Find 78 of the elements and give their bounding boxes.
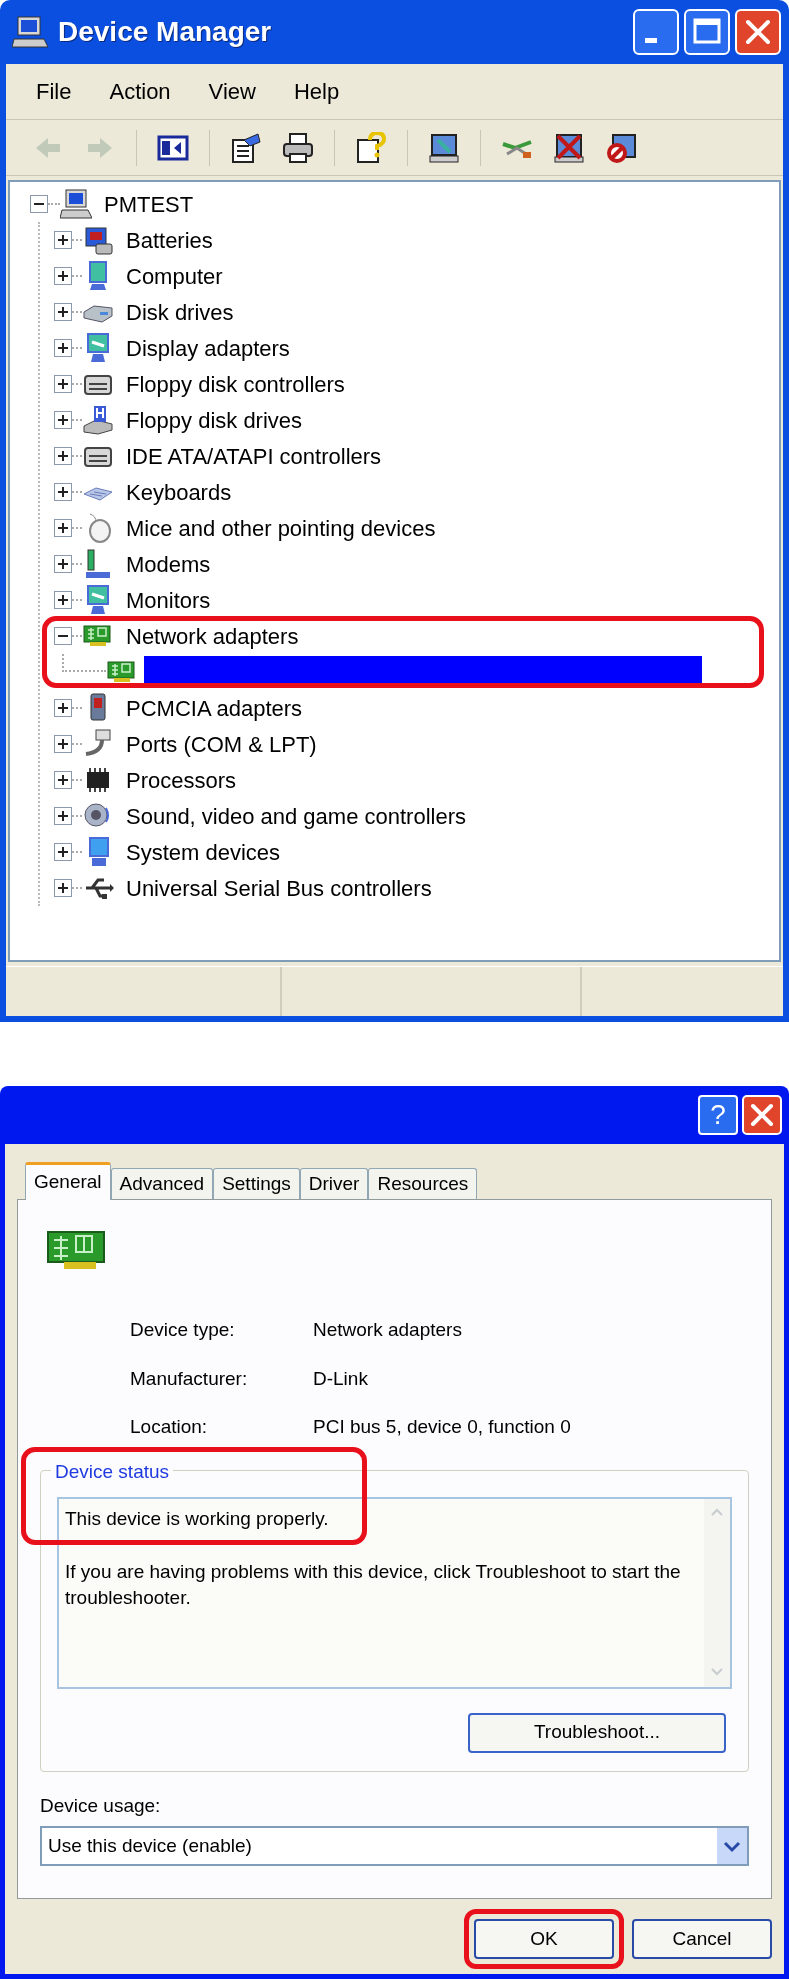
menu-item[interactable]: Action — [109, 75, 171, 108]
expand-icon[interactable] — [54, 699, 72, 717]
uninstall-icon[interactable] — [553, 131, 585, 164]
tree-item-label[interactable]: System devices — [124, 835, 283, 869]
expand-icon[interactable] — [54, 519, 72, 537]
expand-icon[interactable] — [54, 339, 72, 357]
tree-item-label[interactable]: Batteries — [124, 223, 215, 257]
expand-icon[interactable] — [54, 843, 72, 861]
dialog-button[interactable]: Cancel — [632, 1919, 772, 1959]
properties-icon[interactable] — [230, 131, 262, 164]
field-label: Manufacturer: — [130, 1366, 249, 1391]
close-icon[interactable] — [735, 9, 781, 55]
tree-item-label[interactable]: Floppy disk controllers — [124, 367, 347, 401]
field-value: Network adapters — [313, 1318, 462, 1342]
tree-item-label[interactable]: Display adapters — [124, 331, 292, 365]
tab[interactable]: Driver — [299, 1168, 369, 1200]
field-value: D-Link — [313, 1366, 368, 1391]
tree-item-label[interactable]: Mice and other pointing devices — [124, 511, 438, 545]
dialog-button[interactable]: OK — [474, 1919, 614, 1959]
tree-item-label[interactable]: PMTEST — [102, 187, 196, 221]
expand-icon[interactable] — [54, 303, 72, 321]
computer-icon — [12, 15, 48, 49]
tree-item-label[interactable]: Universal Serial Bus controllers — [124, 871, 434, 905]
tree-item-label[interactable]: Sound, video and game controllers — [124, 799, 468, 833]
disable-icon[interactable] — [605, 131, 637, 164]
menu-item[interactable]: File — [36, 75, 72, 108]
tree-item-label[interactable]: Disk drives — [124, 295, 236, 329]
scan-hardware-icon[interactable] — [428, 131, 460, 164]
floppy-drive-icon — [82, 404, 114, 436]
tab[interactable]: General — [25, 1162, 111, 1200]
troubleshoot-button[interactable]: Troubleshoot... — [468, 1712, 726, 1753]
tree-item-label[interactable]: Monitors — [124, 583, 213, 617]
tree-item-label[interactable]: Network adapters — [124, 619, 301, 653]
expand-icon[interactable] — [54, 231, 72, 249]
help-icon[interactable] — [355, 131, 387, 164]
tab[interactable]: Advanced — [110, 1168, 214, 1200]
tree-item-label[interactable]: IDE ATA/ATAPI controllers — [124, 439, 384, 473]
expand-icon[interactable] — [54, 591, 72, 609]
expand-icon[interactable] — [54, 879, 72, 897]
tree-item-label[interactable]: Modems — [124, 547, 213, 581]
expand-icon[interactable] — [54, 447, 72, 465]
expand-icon[interactable] — [54, 267, 72, 285]
menu-item[interactable]: View — [208, 75, 256, 108]
tree-item-label[interactable]: PCMCIA adapters — [124, 691, 305, 725]
tree-item-label[interactable]: Ports (COM & LPT) — [124, 727, 319, 761]
expand-icon[interactable] — [54, 375, 72, 393]
tree-item-label[interactable]: Processors — [124, 763, 239, 797]
field-value: PCI bus 5, device 0, function 0 — [313, 1415, 571, 1439]
collapse-icon[interactable] — [54, 627, 72, 645]
expand-icon[interactable] — [54, 555, 72, 573]
expand-icon[interactable] — [54, 807, 72, 825]
battery-icon — [82, 224, 114, 256]
expand-icon[interactable] — [54, 411, 72, 429]
expand-icon[interactable] — [54, 735, 72, 753]
dropdown-field[interactable]: Use this device (enable) — [40, 1826, 749, 1866]
tree-item-label[interactable]: Computer — [124, 259, 225, 293]
computer-icon — [60, 188, 92, 220]
help-button[interactable]: ? — [698, 1095, 738, 1135]
tab[interactable]: Resources — [368, 1168, 478, 1200]
status-text: This device is working properly. — [65, 1506, 330, 1531]
menu-item[interactable]: Help — [293, 75, 340, 108]
tree-item-label[interactable]: Keyboards — [124, 475, 234, 509]
minimize-icon[interactable] — [633, 9, 679, 55]
field-label: Location: — [130, 1415, 209, 1439]
expand-icon[interactable] — [54, 771, 72, 789]
printer-icon[interactable] — [282, 131, 314, 164]
expand-icon[interactable] — [54, 483, 72, 501]
field-label: Device type: — [130, 1318, 236, 1342]
window-title: Device Manager — [58, 15, 273, 49]
collapse-icon[interactable] — [30, 195, 48, 213]
close-icon[interactable] — [742, 1095, 782, 1135]
tree-item-label[interactable]: Floppy disk drives — [124, 403, 305, 437]
maximize-icon[interactable] — [684, 9, 730, 55]
chevron-down-icon[interactable] — [717, 1828, 747, 1864]
tab[interactable]: Settings — [213, 1168, 300, 1200]
dropdown-value: Use this device (enable) — [47, 1833, 253, 1858]
status-message: If you are having problems with this device, click Troubleshoot to start the troubleshooter. — [65, 1560, 682, 1610]
field-label: Device usage: — [40, 1793, 162, 1818]
